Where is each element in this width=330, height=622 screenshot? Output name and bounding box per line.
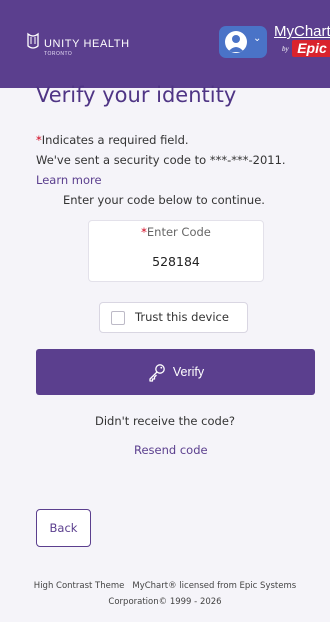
user-menu-button[interactable]: ⌄ (219, 26, 267, 58)
copyright-text: Corporation© 1999 - 2026 (108, 597, 222, 607)
logo-text: UNITY HEALTH (44, 38, 130, 50)
app-header: UNITY HEALTH TORONTO ⌄ MyChart by Epic (0, 0, 330, 88)
high-contrast-theme-link[interactable]: High Contrast Theme (34, 581, 125, 591)
checkbox-icon[interactable] (111, 311, 125, 325)
key-icon (149, 364, 165, 382)
page-title: Verify your identity (36, 83, 237, 107)
trust-device-checkbox[interactable]: Trust this device (99, 302, 248, 333)
required-field-note: *Indicates a required field. (36, 133, 189, 147)
code-sent-message: We've sent a security code to ***-***-20… (36, 153, 286, 167)
license-text: MyChart® licensed from Epic Systems (132, 581, 297, 591)
verify-button-content: Verify (36, 349, 315, 395)
learn-more-link[interactable]: Learn more (36, 173, 102, 187)
footer-line-1: High Contrast Theme MyChart® licensed fro… (0, 581, 330, 591)
code-field-label: *Enter Code (89, 225, 263, 239)
unity-health-logo[interactable]: UNITY HEALTH TORONTO (26, 32, 130, 57)
verify-button[interactable]: Verify (36, 349, 315, 395)
code-field[interactable]: *Enter Code (88, 220, 264, 282)
back-button[interactable]: Back (36, 509, 91, 547)
mychart-logo[interactable]: MyChart by Epic (274, 23, 330, 65)
logo-subtext: TORONTO (44, 51, 73, 57)
resend-code-link[interactable]: Resend code (134, 443, 208, 457)
chevron-down-icon: ⌄ (253, 33, 262, 44)
trust-device-label: Trust this device (135, 310, 229, 324)
mychart-by-text: by (282, 45, 289, 53)
mychart-text: MyChart (274, 23, 330, 40)
epic-logo: Epic (292, 40, 330, 57)
verify-button-label: Verify (172, 365, 205, 379)
resend-question: Didn't receive the code? (94, 414, 235, 428)
enter-code-instructions: Enter your code below to continue. (63, 193, 265, 207)
code-label-text: Enter Code (146, 225, 211, 239)
code-input[interactable] (99, 249, 253, 273)
required-field-text: Indicates a required field. (41, 133, 189, 147)
unity-health-logo-mark (27, 32, 39, 49)
avatar-icon (225, 31, 247, 53)
